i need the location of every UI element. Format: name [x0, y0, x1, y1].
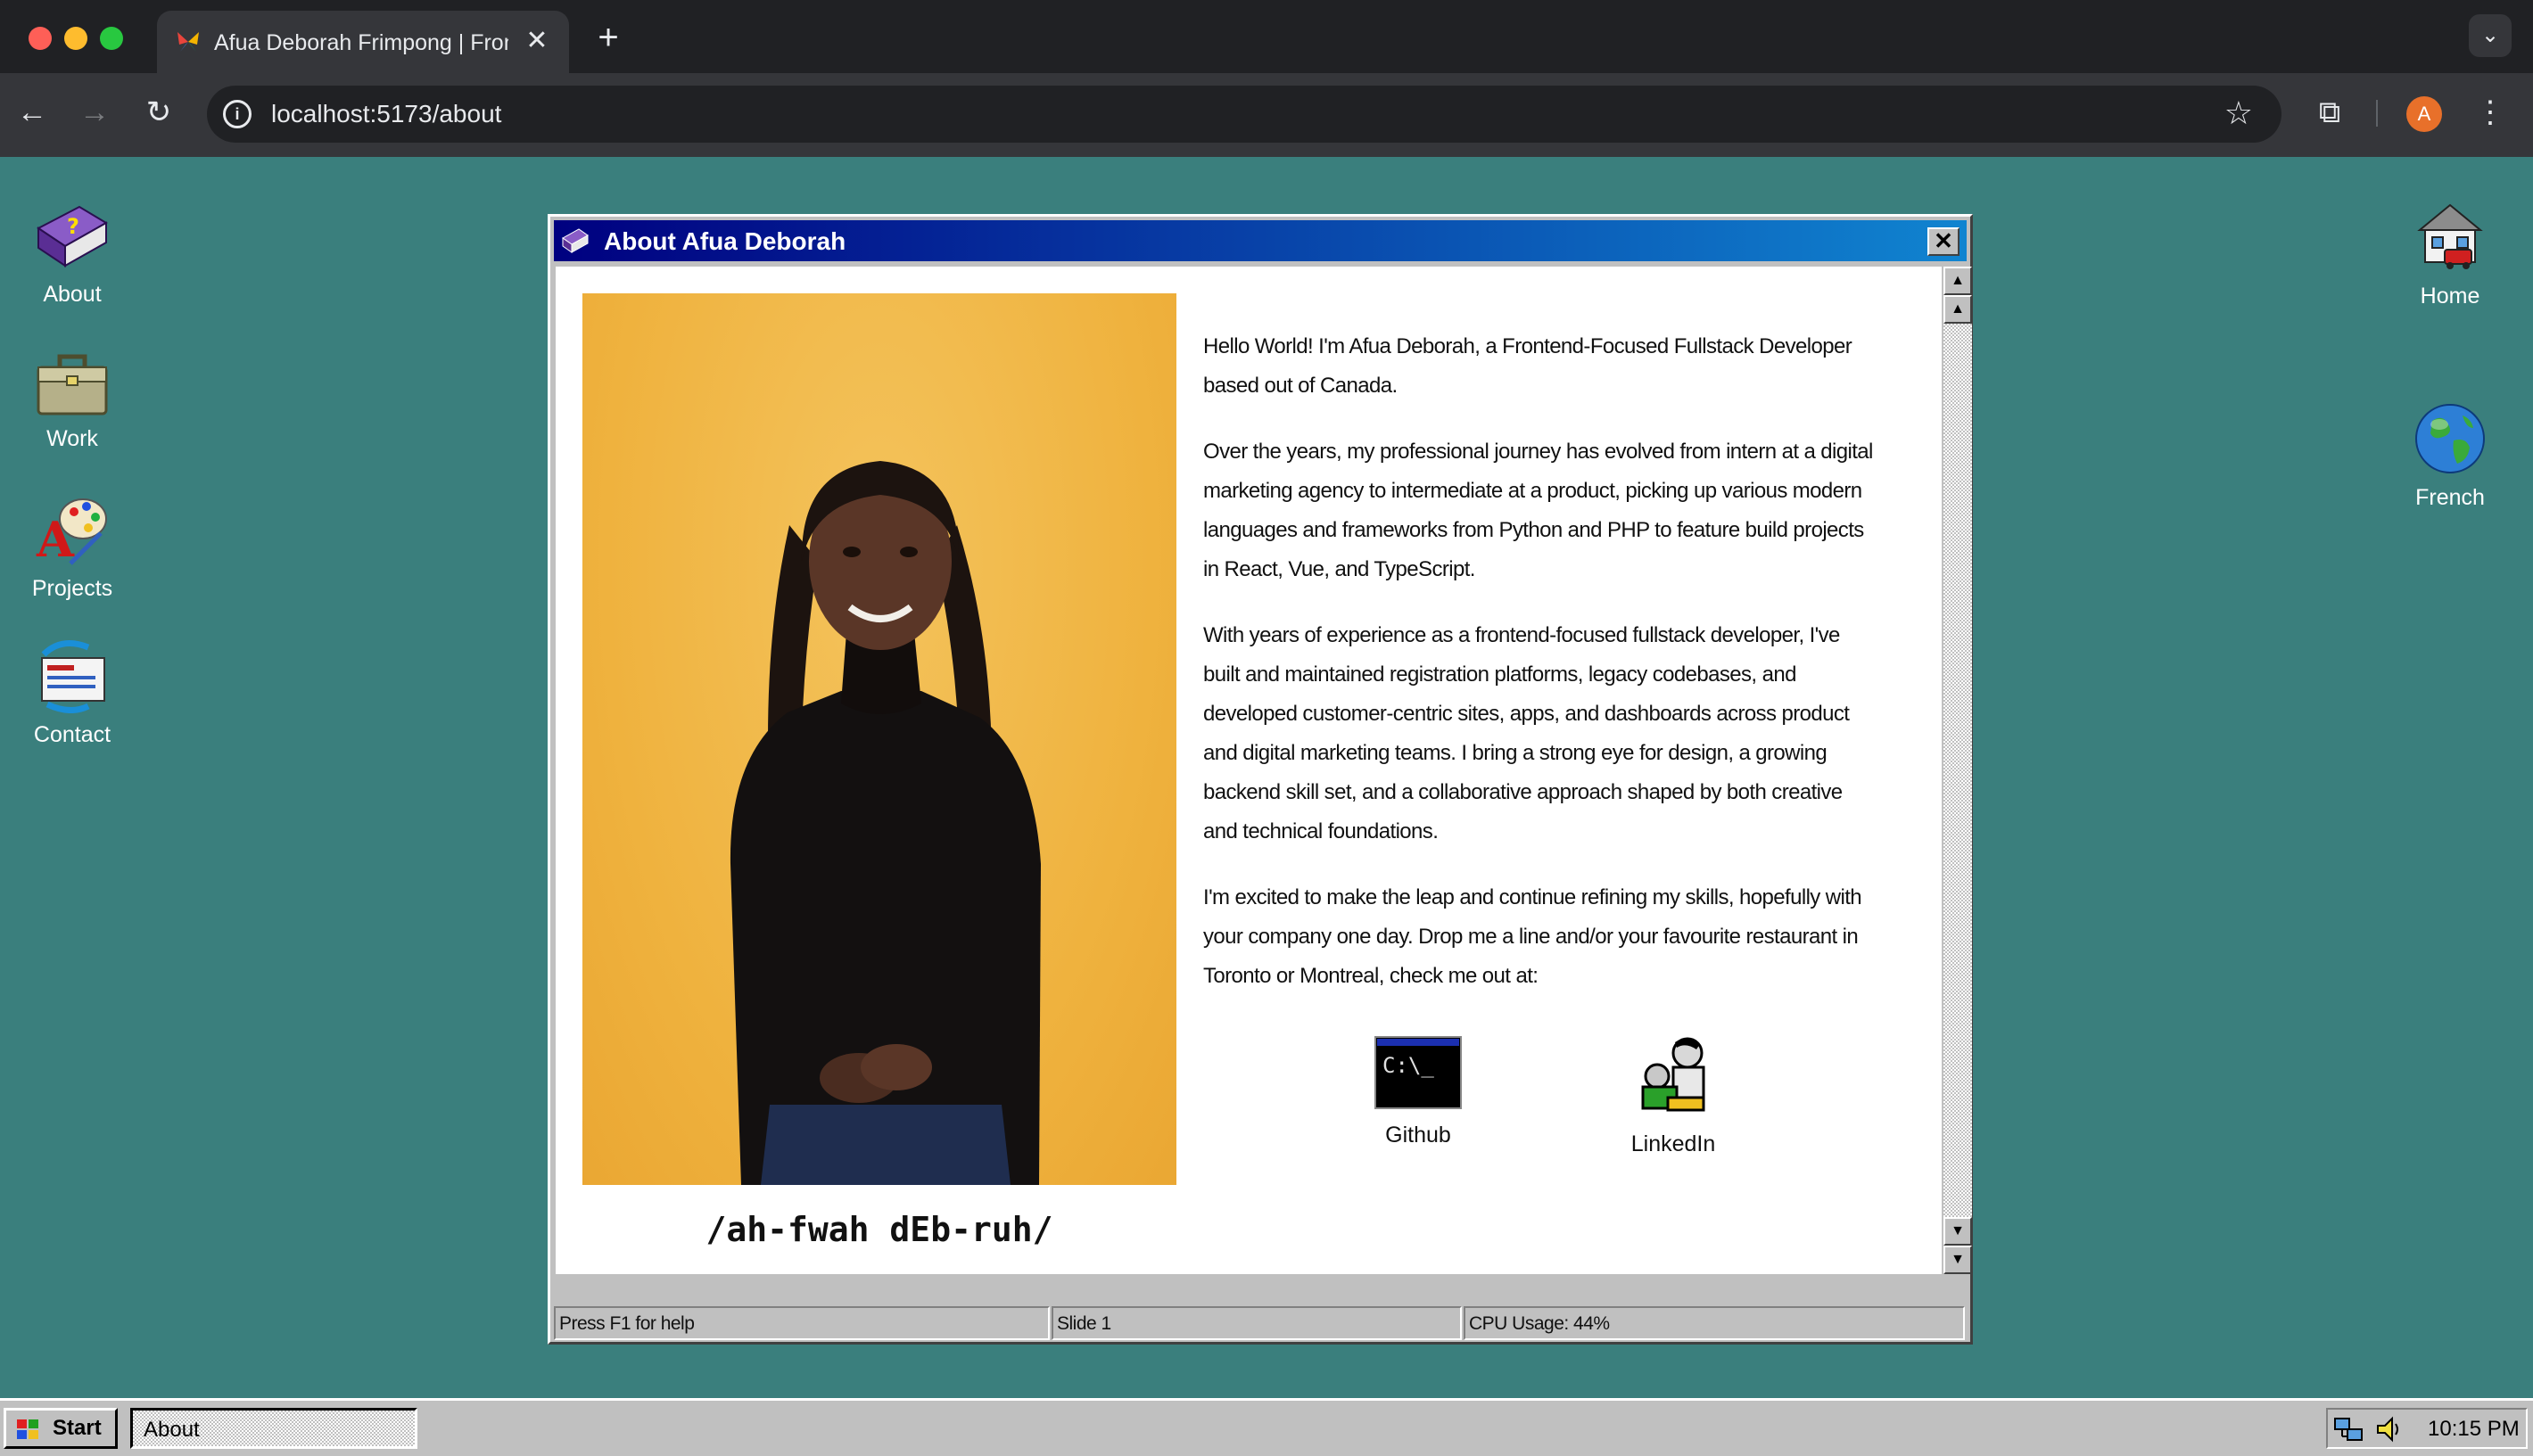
desktop-icon-home[interactable]: Home — [2383, 200, 2517, 309]
bio-paragraph: Hello World! I'm Afua Deborah, a Fronten… — [1203, 334, 1852, 398]
terminal-icon: C:\_ — [1374, 1036, 1462, 1109]
menu-icon[interactable]: ⋮ — [2474, 93, 2506, 132]
reload-button[interactable]: ↻ — [139, 93, 178, 132]
new-tab-button[interactable]: + — [589, 18, 628, 57]
back-icon: ← — [17, 95, 47, 129]
desktop-icon-projects[interactable]: A Projects — [5, 492, 139, 602]
scroll-thumb[interactable]: ▲ — [1943, 295, 1972, 324]
extensions-icon[interactable]: ⧉ — [2310, 93, 2349, 132]
linkedin-label: LinkedIn — [1630, 1131, 1716, 1156]
vertical-scrollbar[interactable]: ▲ ▲ ▼ ▼ — [1943, 267, 1972, 1274]
desktop-icon-contact[interactable]: Contact — [5, 638, 139, 748]
info-icon[interactable]: i — [223, 100, 252, 128]
desktop-icon-work[interactable]: Work — [5, 350, 139, 452]
desktop-icon-label: Work — [46, 426, 98, 451]
window-title: About Afua Deborah — [604, 227, 846, 255]
url-text[interactable]: localhost:5173/about — [271, 100, 501, 128]
github-label: Github — [1385, 1123, 1451, 1148]
people-icon — [1641, 1037, 1705, 1112]
start-button[interactable]: Start — [4, 1408, 118, 1449]
scroll-down-step-button[interactable]: ▼ — [1943, 1217, 1972, 1246]
bio-paragraph: I'm excited to make the leap and continu… — [1203, 885, 1862, 988]
windows-logo-icon — [17, 1419, 38, 1439]
taskbar: Start About 10:15 PM — [0, 1398, 2533, 1456]
tab-close-icon[interactable]: ✕ — [521, 25, 553, 57]
desktop-icon-label: Contact — [33, 722, 111, 747]
chevron-down-icon: ⌄ — [2480, 23, 2500, 47]
toolbar-divider — [2376, 100, 2378, 127]
volume-icon[interactable] — [2374, 1415, 2403, 1444]
forward-icon: → — [79, 95, 110, 129]
mail-icon — [41, 640, 105, 713]
maximize-window-button[interactable] — [100, 27, 123, 50]
profile-avatar[interactable]: A — [2406, 96, 2442, 132]
profile-photo — [582, 293, 1176, 1185]
portrait-illustration — [730, 461, 1041, 1185]
terminal-prompt: C:\_ — [1382, 1053, 1434, 1078]
window-close-button[interactable]: ✕ — [1927, 227, 1960, 256]
desktop-icon-label: French — [2415, 485, 2485, 510]
desktop-icon-label: Home — [2420, 284, 2480, 308]
bio-text: Hello World! I'm Afua Deborah, a Fronten… — [1203, 327, 1881, 1023]
reload-icon: ↻ — [145, 95, 172, 129]
back-button[interactable]: ← — [12, 93, 52, 132]
start-label: Start — [53, 1416, 102, 1440]
browser-chrome: Afua Deborah Frimpong | Frontend Develop… — [0, 0, 2533, 157]
help-book-icon: ? — [37, 205, 108, 267]
system-tray: 10:15 PM — [2326, 1408, 2528, 1449]
desktop-icon-label: About — [43, 282, 102, 307]
svg-text:A: A — [36, 511, 75, 567]
svg-text:?: ? — [67, 214, 79, 239]
desktop-icon-french[interactable]: French — [2383, 401, 2517, 511]
window-titlebar[interactable]: About Afua Deborah ✕ — [554, 220, 1967, 261]
paint-icon: A — [36, 498, 107, 567]
linkedin-link[interactable]: LinkedIn — [1606, 1035, 1740, 1157]
star-icon[interactable]: ☆ — [2224, 95, 2253, 132]
window-content: /ah-fwah dEb-ruh/ Hello World! I'm Afua … — [556, 267, 1942, 1274]
status-help: Press F1 for help — [554, 1306, 1050, 1340]
help-book-icon — [562, 228, 589, 253]
github-link[interactable]: C:\_ Github — [1351, 1035, 1485, 1148]
desktop-icon-label: Projects — [31, 576, 113, 601]
bio-paragraph: Over the years, my professional journey … — [1203, 440, 1873, 581]
butterfly-favicon-icon — [177, 32, 199, 52]
browser-tab[interactable]: Afua Deborah Frimpong | Frontend Develop… — [157, 11, 569, 73]
status-slide: Slide 1 — [1052, 1306, 1462, 1340]
minimize-window-button[interactable] — [64, 27, 87, 50]
clock[interactable]: 10:15 PM — [2428, 1417, 2520, 1442]
tab-strip: Afua Deborah Frimpong | Frontend Develop… — [0, 0, 2533, 73]
address-bar[interactable]: i localhost:5173/about ☆ — [207, 86, 2281, 143]
briefcase-icon — [37, 354, 108, 415]
taskbar-window-button[interactable]: About — [130, 1408, 417, 1449]
status-cpu: CPU Usage: 44% — [1464, 1306, 1965, 1340]
tab-search-button[interactable]: ⌄ — [2469, 14, 2512, 57]
forward-button[interactable]: → — [75, 93, 114, 132]
network-icon[interactable] — [2333, 1415, 2364, 1444]
globe-icon — [2415, 404, 2485, 473]
about-window: About Afua Deborah ✕ /ah-fwah dEb-ruh/ H… — [548, 214, 1973, 1345]
desktop-icon-about[interactable]: ? About — [5, 202, 139, 308]
bio-paragraph: With years of experience as a frontend-f… — [1203, 623, 1850, 843]
close-window-button[interactable] — [29, 27, 52, 50]
scroll-down-button[interactable]: ▼ — [1943, 1246, 1972, 1274]
status-bar: Press F1 for help Slide 1 CPU Usage: 44% — [554, 1306, 1967, 1340]
house-icon — [2417, 203, 2483, 269]
scroll-up-button[interactable]: ▲ — [1943, 267, 1972, 295]
name-pronunciation: /ah-fwah dEb-ruh/ — [705, 1210, 1053, 1249]
tab-title: Afua Deborah Frimpong | Frontend Develop… — [214, 30, 508, 55]
